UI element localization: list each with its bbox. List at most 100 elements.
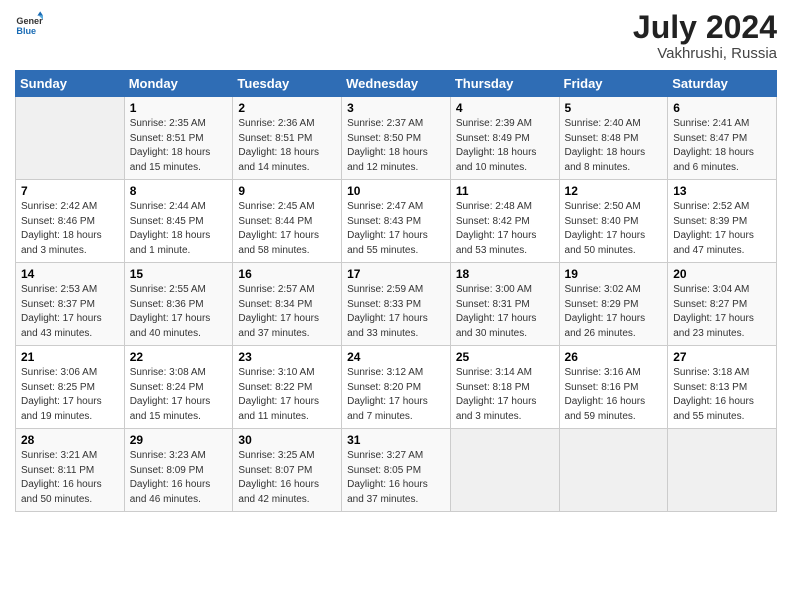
day-info: Sunrise: 2:55 AM Sunset: 8:36 PM Dayligh… [130,283,228,341]
day-info: Sunrise: 2:35 AM Sunset: 8:51 PM Dayligh… [130,117,228,175]
day-info: Sunrise: 2:44 AM Sunset: 8:45 PM Dayligh… [130,200,228,258]
calendar-cell: 26Sunrise: 3:16 AM Sunset: 8:16 PM Dayli… [559,346,668,429]
calendar-cell [559,429,668,512]
day-number: 25 [456,350,554,364]
calendar-cell: 10 Sunrise: 2:47 AM Sunset: 8:43 PM Dayli… [342,180,451,263]
day-number: 11 [456,184,554,198]
day-number: 15 [130,267,228,281]
month-year-title: July 2024 [633,10,777,45]
calendar-cell: 18 Sunrise: 3:00 AM Sunset: 8:31 PM Dayli… [450,263,559,346]
day-number: 30 [238,433,336,447]
calendar-cell [668,429,777,512]
day-number: 28 [21,433,119,447]
day-number: 10 [347,184,445,198]
day-number: 4 [456,101,554,115]
logo: General Blue [15,10,43,38]
calendar-cell: 25 Sunrise: 3:14 AM Sunset: 8:18 PM Dayli… [450,346,559,429]
calendar-cell: 21Sunrise: 3:06 AM Sunset: 8:25 PM Dayli… [16,346,125,429]
day-number: 23 [238,350,336,364]
day-number: 5 [565,101,663,115]
location-subtitle: Vakhrushi, Russia [633,45,777,62]
day-number: 27 [673,350,771,364]
day-number: 13 [673,184,771,198]
day-number: 20 [673,267,771,281]
calendar-cell: 9 Sunrise: 2:45 AM Sunset: 8:44 PM Daylig… [233,180,342,263]
calendar-cell: 14 Sunrise: 2:53 AM Sunset: 8:37 PM Dayli… [16,263,125,346]
calendar-cell: 2 Sunrise: 2:36 AM Sunset: 8:51 PM Daylig… [233,97,342,180]
calendar-cell: 6Sunrise: 2:41 AM Sunset: 8:47 PM Daylig… [668,97,777,180]
calendar-cell: 17 Sunrise: 2:59 AM Sunset: 8:33 PM Dayli… [342,263,451,346]
day-info: Sunrise: 2:59 AM Sunset: 8:33 PM Dayligh… [347,283,445,341]
calendar-header-row: SundayMondayTuesdayWednesdayThursdayFrid… [16,71,777,97]
header-saturday: Saturday [668,71,777,97]
calendar-cell: 8Sunrise: 2:44 AM Sunset: 8:45 PM Daylig… [124,180,233,263]
day-info: Sunrise: 2:40 AM Sunset: 8:48 PM Dayligh… [565,117,663,175]
day-number: 14 [21,267,119,281]
header-monday: Monday [124,71,233,97]
calendar-cell: 1 Sunrise: 2:35 AM Sunset: 8:51 PM Daylig… [124,97,233,180]
calendar-cell: 11Sunrise: 2:48 AM Sunset: 8:42 PM Dayli… [450,180,559,263]
day-info: Sunrise: 3:18 AM Sunset: 8:13 PM Dayligh… [673,366,771,424]
calendar-cell: 5 Sunrise: 2:40 AM Sunset: 8:48 PM Daylig… [559,97,668,180]
day-info: Sunrise: 3:02 AM Sunset: 8:29 PM Dayligh… [565,283,663,341]
day-number: 16 [238,267,336,281]
day-number: 24 [347,350,445,364]
day-number: 19 [565,267,663,281]
calendar-week-row: 14 Sunrise: 2:53 AM Sunset: 8:37 PM Dayli… [16,263,777,346]
header-friday: Friday [559,71,668,97]
calendar-table: SundayMondayTuesdayWednesdayThursdayFrid… [15,70,777,512]
page-header: General Blue July 2024 Vakhrushi, Russia [15,10,777,62]
day-number: 18 [456,267,554,281]
calendar-cell: 19 Sunrise: 3:02 AM Sunset: 8:29 PM Dayli… [559,263,668,346]
header-sunday: Sunday [16,71,125,97]
calendar-week-row: 7 Sunrise: 2:42 AM Sunset: 8:46 PM Daylig… [16,180,777,263]
calendar-cell: 31 Sunrise: 3:27 AM Sunset: 8:05 PM Dayli… [342,429,451,512]
day-info: Sunrise: 2:36 AM Sunset: 8:51 PM Dayligh… [238,117,336,175]
day-info: Sunrise: 2:47 AM Sunset: 8:43 PM Dayligh… [347,200,445,258]
calendar-cell: 22 Sunrise: 3:08 AM Sunset: 8:24 PM Dayli… [124,346,233,429]
day-info: Sunrise: 3:04 AM Sunset: 8:27 PM Dayligh… [673,283,771,341]
calendar-cell: 28Sunrise: 3:21 AM Sunset: 8:11 PM Dayli… [16,429,125,512]
day-number: 9 [238,184,336,198]
day-info: Sunrise: 3:14 AM Sunset: 8:18 PM Dayligh… [456,366,554,424]
day-number: 22 [130,350,228,364]
calendar-cell: 4 Sunrise: 2:39 AM Sunset: 8:49 PM Daylig… [450,97,559,180]
day-info: Sunrise: 2:57 AM Sunset: 8:34 PM Dayligh… [238,283,336,341]
header-thursday: Thursday [450,71,559,97]
day-number: 17 [347,267,445,281]
calendar-cell: 15 Sunrise: 2:55 AM Sunset: 8:36 PM Dayli… [124,263,233,346]
day-number: 31 [347,433,445,447]
day-info: Sunrise: 3:23 AM Sunset: 8:09 PM Dayligh… [130,449,228,507]
day-info: Sunrise: 3:10 AM Sunset: 8:22 PM Dayligh… [238,366,336,424]
calendar-cell: 27 Sunrise: 3:18 AM Sunset: 8:13 PM Dayli… [668,346,777,429]
day-info: Sunrise: 3:08 AM Sunset: 8:24 PM Dayligh… [130,366,228,424]
day-number: 7 [21,184,119,198]
calendar-week-row: 1 Sunrise: 2:35 AM Sunset: 8:51 PM Daylig… [16,97,777,180]
calendar-cell: 20 Sunrise: 3:04 AM Sunset: 8:27 PM Dayli… [668,263,777,346]
day-info: Sunrise: 3:25 AM Sunset: 8:07 PM Dayligh… [238,449,336,507]
day-info: Sunrise: 2:52 AM Sunset: 8:39 PM Dayligh… [673,200,771,258]
day-info: Sunrise: 2:42 AM Sunset: 8:46 PM Dayligh… [21,200,119,258]
calendar-cell: 12Sunrise: 2:50 AM Sunset: 8:40 PM Dayli… [559,180,668,263]
day-number: 6 [673,101,771,115]
day-info: Sunrise: 3:00 AM Sunset: 8:31 PM Dayligh… [456,283,554,341]
day-info: Sunrise: 2:50 AM Sunset: 8:40 PM Dayligh… [565,200,663,258]
day-info: Sunrise: 2:53 AM Sunset: 8:37 PM Dayligh… [21,283,119,341]
day-info: Sunrise: 3:16 AM Sunset: 8:16 PM Dayligh… [565,366,663,424]
calendar-cell: 23 Sunrise: 3:10 AM Sunset: 8:22 PM Dayli… [233,346,342,429]
day-info: Sunrise: 3:12 AM Sunset: 8:20 PM Dayligh… [347,366,445,424]
day-number: 21 [21,350,119,364]
calendar-cell: 16 Sunrise: 2:57 AM Sunset: 8:34 PM Dayli… [233,263,342,346]
day-info: Sunrise: 2:45 AM Sunset: 8:44 PM Dayligh… [238,200,336,258]
calendar-cell [16,97,125,180]
day-number: 2 [238,101,336,115]
day-info: Sunrise: 2:39 AM Sunset: 8:49 PM Dayligh… [456,117,554,175]
calendar-cell: 29 Sunrise: 3:23 AM Sunset: 8:09 PM Dayli… [124,429,233,512]
header-tuesday: Tuesday [233,71,342,97]
day-number: 1 [130,101,228,115]
day-number: 3 [347,101,445,115]
day-number: 29 [130,433,228,447]
calendar-week-row: 21Sunrise: 3:06 AM Sunset: 8:25 PM Dayli… [16,346,777,429]
day-info: Sunrise: 3:27 AM Sunset: 8:05 PM Dayligh… [347,449,445,507]
logo-icon: General Blue [15,10,43,38]
